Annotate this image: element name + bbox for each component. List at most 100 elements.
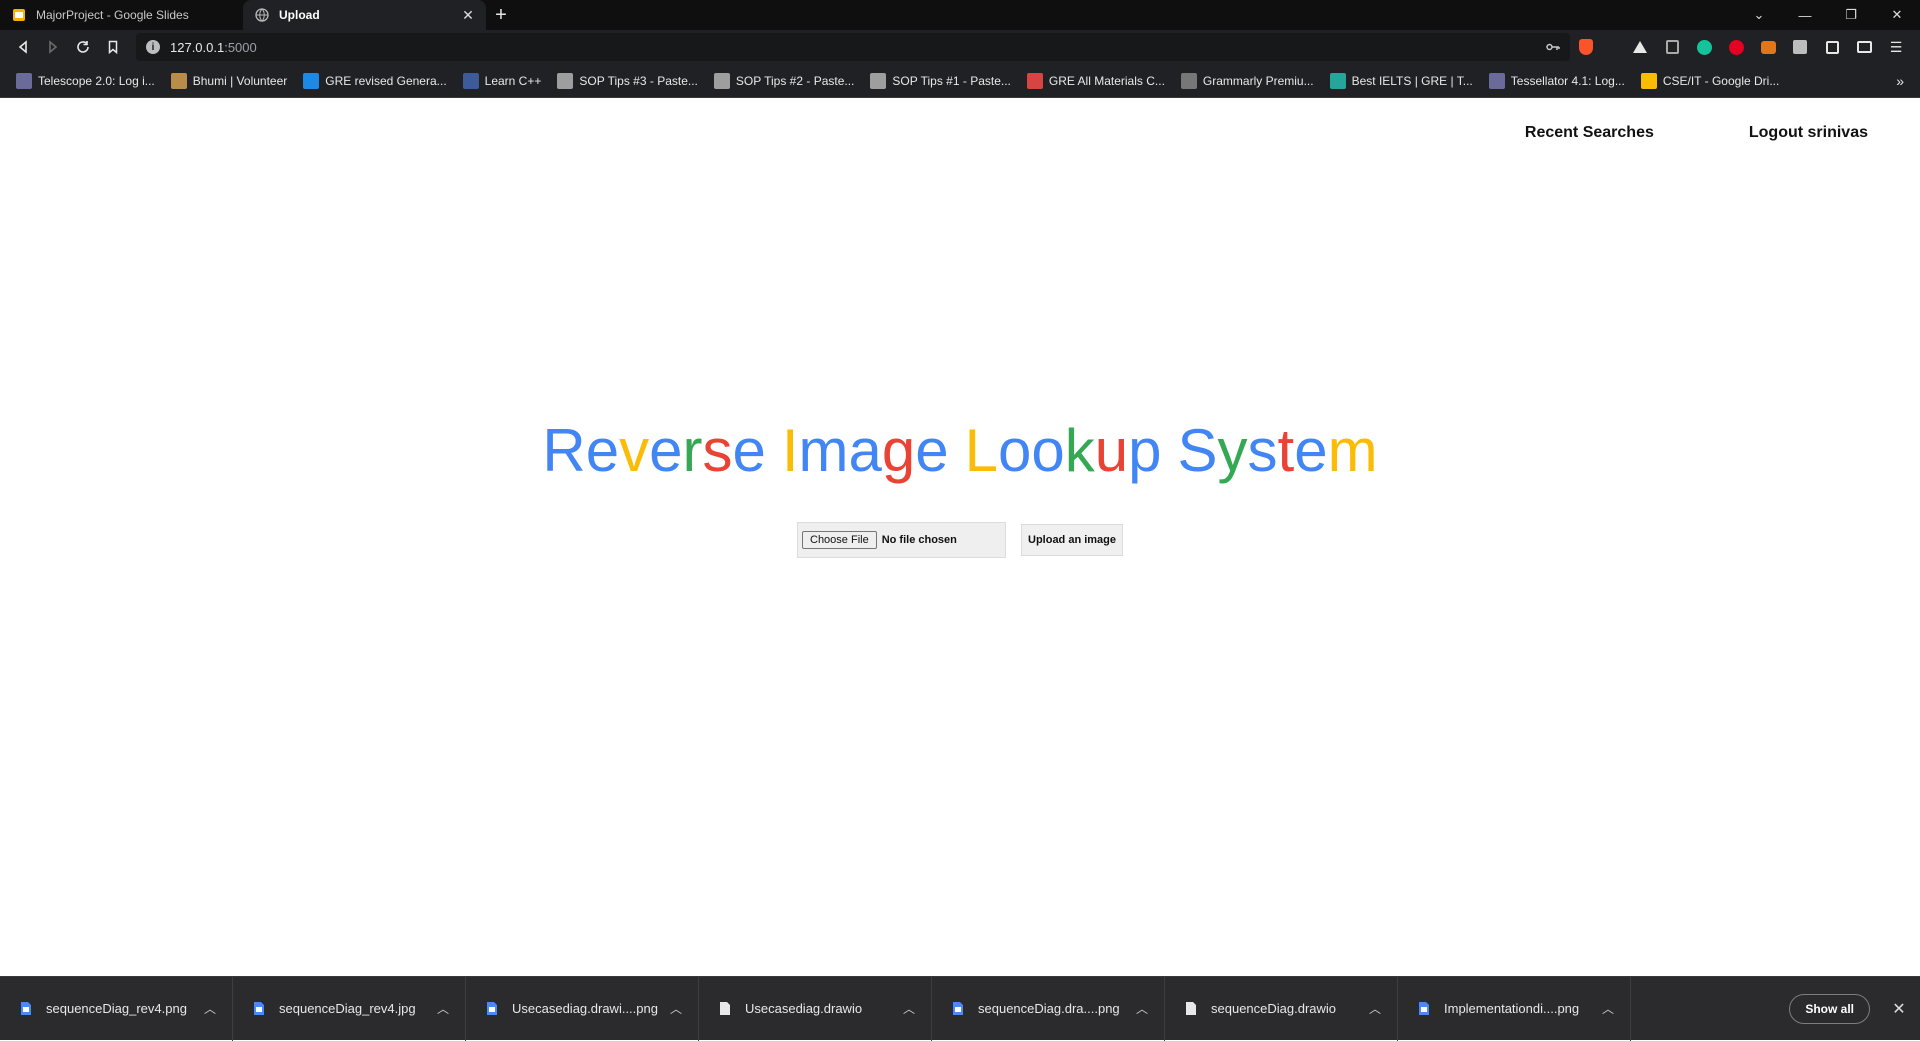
bookmark-favicon-icon bbox=[170, 72, 187, 89]
download-item[interactable]: sequenceDiag_rev4.jpg ︿ bbox=[233, 976, 466, 1041]
bookmark-favicon-icon bbox=[713, 72, 730, 89]
forward-button[interactable] bbox=[38, 33, 68, 61]
show-all-button[interactable]: Show all bbox=[1789, 993, 1870, 1024]
tab-search-icon[interactable]: ⌄ bbox=[1736, 0, 1782, 30]
image-file-icon bbox=[953, 1002, 963, 1015]
bookmark-item[interactable]: SOP Tips #1 - Paste... bbox=[864, 69, 1017, 93]
chevron-up-icon[interactable]: ︿ bbox=[903, 1000, 915, 1017]
bookmark-item[interactable]: Telescope 2.0: Log i... bbox=[10, 69, 161, 93]
extension-icon[interactable] bbox=[1784, 33, 1816, 61]
title-letter: o bbox=[998, 417, 1032, 484]
pinterest-icon[interactable] bbox=[1720, 33, 1752, 61]
image-file-icon bbox=[1419, 1002, 1429, 1015]
recent-searches-link[interactable]: Recent Searches bbox=[1525, 124, 1654, 142]
chevron-up-icon[interactable]: ︿ bbox=[1136, 1000, 1148, 1017]
chevron-up-icon[interactable]: ︿ bbox=[437, 1000, 449, 1017]
tab-google-slides[interactable]: MajorProject - Google Slides bbox=[0, 0, 243, 30]
title-letter: e bbox=[732, 417, 766, 484]
bookmark-favicon-icon bbox=[1329, 72, 1346, 89]
bookmark-label: Bhumi | Volunteer bbox=[192, 73, 288, 88]
download-item[interactable]: sequenceDiag_rev4.png ︿ bbox=[0, 976, 233, 1041]
chevron-up-icon[interactable]: ︿ bbox=[1369, 1000, 1381, 1017]
close-window-icon[interactable]: ✕ bbox=[1874, 0, 1920, 30]
download-item[interactable]: Implementationdi....png ︿ bbox=[1398, 976, 1631, 1041]
title-letter: m bbox=[798, 417, 849, 484]
file-input[interactable]: Choose File No file chosen bbox=[797, 522, 1006, 558]
new-tab-button[interactable]: + bbox=[486, 0, 516, 30]
bookmarks-bar: Telescope 2.0: Log i... Bhumi | Volunteer… bbox=[0, 64, 1920, 98]
title-letter: k bbox=[1064, 417, 1095, 484]
title-letter: m bbox=[1327, 417, 1378, 484]
bookmark-label: SOP Tips #1 - Paste... bbox=[892, 73, 1011, 88]
bookmark-item[interactable]: GRE revised Genera... bbox=[297, 69, 452, 93]
minimize-icon[interactable]: — bbox=[1782, 0, 1828, 30]
bookmark-item[interactable]: Tessellator 4.1: Log... bbox=[1483, 69, 1631, 93]
download-item[interactable]: sequenceDiag.drawio ︿ bbox=[1165, 976, 1398, 1041]
bookmark-label: Grammarly Premiu... bbox=[1202, 73, 1314, 88]
address-bar[interactable]: i 127.0.0.1:5000 bbox=[136, 33, 1570, 61]
choose-file-button[interactable]: Choose File bbox=[802, 531, 877, 549]
close-tab-icon[interactable]: ✕ bbox=[460, 7, 476, 23]
download-filename: sequenceDiag.dra....png bbox=[978, 1001, 1120, 1016]
key-icon[interactable] bbox=[1546, 40, 1560, 55]
url-host: 127.0.0.1 bbox=[170, 39, 225, 55]
download-filename: Usecasediag.drawio bbox=[745, 1001, 863, 1016]
rewards-icon[interactable] bbox=[1602, 33, 1624, 61]
bookmark-label: GRE All Materials C... bbox=[1048, 73, 1165, 88]
reload-button[interactable] bbox=[68, 33, 98, 61]
vercel-icon[interactable] bbox=[1624, 33, 1656, 61]
logout-link[interactable]: Logout srinivas bbox=[1749, 124, 1868, 142]
bookmark-label: SOP Tips #2 - Paste... bbox=[735, 73, 855, 88]
bookmark-item[interactable]: SOP Tips #2 - Paste... bbox=[708, 69, 861, 93]
download-item[interactable]: Usecasediag.drawi....png ︿ bbox=[466, 976, 699, 1041]
page-title: Reverse Image Lookup System bbox=[0, 416, 1920, 485]
title-letter: e bbox=[915, 417, 949, 484]
browser-toolbar: i 127.0.0.1:5000 ☰ bbox=[0, 30, 1920, 64]
bookmark-label: Best IELTS | GRE | T... bbox=[1351, 73, 1473, 88]
more-bookmarks-icon[interactable]: » bbox=[1890, 73, 1910, 89]
bookmark-favicon-icon bbox=[1640, 72, 1657, 89]
bookmark-favicon-icon bbox=[1180, 72, 1197, 89]
title-letter: r bbox=[682, 417, 703, 484]
bookmark-button[interactable] bbox=[98, 33, 128, 61]
bookmark-favicon-icon bbox=[303, 72, 320, 89]
title-letter: t bbox=[1277, 417, 1295, 484]
restore-icon[interactable]: ❐ bbox=[1828, 0, 1874, 30]
site-info-icon[interactable]: i bbox=[146, 40, 160, 54]
bookmark-item[interactable]: SOP Tips #3 - Paste... bbox=[551, 69, 704, 93]
bookmark-item[interactable]: Learn C++ bbox=[457, 69, 548, 93]
bookmark-label: Learn C++ bbox=[484, 73, 542, 88]
bookmark-item[interactable]: CSE/IT - Google Dri... bbox=[1635, 69, 1785, 93]
metamask-icon[interactable] bbox=[1752, 33, 1784, 61]
file-icon bbox=[1186, 1002, 1196, 1015]
download-filename: sequenceDiag_rev4.png bbox=[46, 1001, 187, 1016]
menu-icon[interactable]: ☰ bbox=[1880, 33, 1912, 61]
bookmark-label: SOP Tips #3 - Paste... bbox=[579, 73, 698, 88]
bookmark-label: Telescope 2.0: Log i... bbox=[38, 73, 155, 88]
download-item[interactable]: Usecasediag.drawio ︿ bbox=[699, 976, 932, 1041]
download-item[interactable]: sequenceDiag.dra....png ︿ bbox=[932, 976, 1165, 1041]
chevron-up-icon[interactable]: ︿ bbox=[670, 1000, 682, 1017]
bookmark-icon bbox=[108, 40, 118, 54]
upload-button[interactable]: Upload an image bbox=[1021, 524, 1124, 556]
chevron-up-icon[interactable]: ︿ bbox=[1602, 1000, 1614, 1017]
close-shelf-icon[interactable]: ✕ bbox=[1884, 999, 1914, 1019]
title-letter: u bbox=[1094, 417, 1129, 484]
download-shelf: sequenceDiag_rev4.png ︿ sequenceDiag_rev4.… bbox=[0, 976, 1920, 1041]
chevron-up-icon[interactable]: ︿ bbox=[204, 1000, 216, 1017]
tab-upload[interactable]: Upload ✕ bbox=[243, 0, 486, 30]
bookmark-item[interactable]: Best IELTS | GRE | T... bbox=[1324, 69, 1479, 93]
reader-icon[interactable] bbox=[1656, 33, 1688, 61]
download-filename: sequenceDiag_rev4.jpg bbox=[279, 1001, 416, 1016]
bookmark-item[interactable]: Grammarly Premiu... bbox=[1175, 69, 1320, 93]
bookmark-favicon-icon bbox=[1488, 72, 1505, 89]
back-button[interactable] bbox=[8, 33, 38, 61]
wallet-icon[interactable] bbox=[1848, 33, 1880, 61]
puzzle-icon[interactable] bbox=[1816, 33, 1848, 61]
bookmark-item[interactable]: GRE All Materials C... bbox=[1021, 69, 1171, 93]
bookmark-label: GRE revised Genera... bbox=[325, 73, 447, 88]
grammarly-icon[interactable] bbox=[1688, 33, 1720, 61]
bookmark-item[interactable]: Bhumi | Volunteer bbox=[165, 69, 294, 93]
bookmark-favicon-icon bbox=[16, 72, 32, 89]
brave-shield-icon[interactable] bbox=[1570, 33, 1602, 61]
